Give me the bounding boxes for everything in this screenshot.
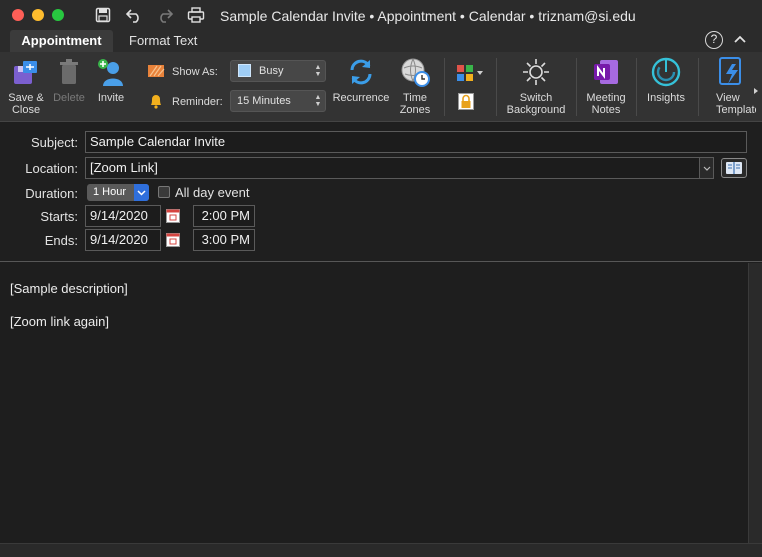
categorize-button[interactable] [456,64,484,82]
window-title: Sample Calendar Invite • Appointment • C… [220,8,636,24]
time-zones-label-1: Time [402,92,428,104]
show-as-select[interactable]: Busy ▲ ▼ [230,60,326,82]
maximize-window-button[interactable] [52,9,64,21]
save-icon[interactable] [93,6,113,24]
calendar-picker-icon[interactable] [166,233,180,247]
stepper-icon: ▲ ▼ [314,64,322,78]
description-editor[interactable]: [Sample description] [Zoom link again] [0,263,748,543]
busy-swatch-icon [238,64,251,77]
ribbon-overflow-icon[interactable] [752,83,760,94]
subject-field[interactable]: Sample Calendar Invite [85,131,747,153]
switch-background-label-1: Switch [519,92,553,104]
reminder-value: 15 Minutes [237,95,291,107]
ribbon-separator [496,58,497,116]
private-lock-icon[interactable] [458,93,474,110]
delete-label: Delete [53,92,85,104]
recurrence-button[interactable]: Recurrence [330,56,392,104]
insights-label: Insights [647,92,685,104]
window-controls [12,9,64,21]
invite-attendees-icon [95,56,127,88]
room-finder-button[interactable] [721,158,747,178]
starts-label: Starts: [40,209,78,224]
duration-select[interactable]: 1 Hour [87,184,149,201]
save-close-button[interactable]: Save & Close [6,56,46,116]
time-zones-button[interactable]: Time Zones [396,56,434,116]
sun-icon [520,56,552,88]
all-day-checkbox[interactable] [158,186,170,198]
bell-icon [148,93,164,109]
save-close-label-1: Save & [8,92,44,104]
location-field[interactable]: [Zoom Link] [85,157,714,179]
vertical-scrollbar[interactable] [748,263,762,543]
close-window-button[interactable] [12,9,24,21]
ribbon-separator [576,58,577,116]
duration-label: Duration: [25,186,78,201]
print-icon[interactable] [186,6,206,24]
delete-button[interactable]: Delete [50,56,88,104]
globe-clock-icon [399,56,431,88]
minimize-window-button[interactable] [32,9,44,21]
insights-button[interactable]: Insights [642,56,690,104]
ends-label: Ends: [44,233,78,248]
collapse-ribbon-icon[interactable] [733,32,747,46]
undo-icon[interactable] [124,6,144,24]
show-as-icon [147,64,165,78]
invite-label: Invite [97,92,125,104]
switch-background-label-2: Background [506,104,566,116]
redo-icon[interactable] [155,6,175,24]
all-day-label: All day event [175,185,250,200]
recurrence-label: Recurrence [332,92,390,104]
duration-value: 1 Hour [93,186,127,198]
invite-button[interactable]: Invite [92,56,130,104]
meeting-notes-label-1: Meeting [586,92,626,104]
save-close-icon [10,56,42,88]
ribbon-separator [444,58,445,116]
start-time-field[interactable]: 2:00 PM [193,205,255,227]
end-date-field[interactable]: 9/14/2020 [85,229,161,251]
show-as-value: Busy [259,65,284,77]
help-icon[interactable]: ? [705,31,723,49]
description-line: [Zoom link again] [10,314,109,329]
location-dropdown-icon[interactable] [699,158,713,178]
ribbon-tabs: Appointment Format Text ? [0,30,762,52]
title-bar: Sample Calendar Invite • Appointment • C… [0,0,762,30]
recurrence-icon [345,56,377,88]
calendar-picker-icon[interactable] [166,209,180,223]
ribbon-separator [698,58,699,116]
subject-label: Subject: [31,135,78,150]
templates-icon [716,56,748,88]
location-label: Location: [25,161,78,176]
view-templates-label-1: View [716,92,740,104]
appointment-form: Subject: Sample Calendar Invite Location… [0,123,762,262]
reminder-select[interactable]: 15 Minutes ▲ ▼ [230,90,326,112]
meeting-notes-label-2: Notes [591,104,621,116]
view-templates-button[interactable]: View Templates [704,56,756,116]
reminder-label: Reminder: [172,96,223,108]
status-bar [0,543,762,557]
chevron-down-icon [134,184,149,201]
show-as-label: Show As: [172,66,218,78]
time-zones-label-2: Zones [399,104,431,116]
onenote-icon [590,56,622,88]
stepper-icon: ▲ ▼ [314,94,322,108]
save-close-label-2: Close [11,104,41,116]
tab-format-text[interactable]: Format Text [129,30,197,52]
description-line: [Sample description] [10,281,128,296]
tab-appointment[interactable]: Appointment [10,30,113,52]
ribbon: Save & Close Delete Invite Show As: Busy… [0,52,762,122]
ribbon-separator [636,58,637,116]
view-templates-label-2: Templates [716,104,756,116]
meeting-notes-button[interactable]: Meeting Notes [582,56,630,116]
trash-icon [53,56,85,88]
insights-icon [650,56,682,88]
switch-background-button[interactable]: Switch Background [500,56,572,116]
end-time-field[interactable]: 3:00 PM [193,229,255,251]
start-date-field[interactable]: 9/14/2020 [85,205,161,227]
location-value: [Zoom Link] [90,160,158,175]
